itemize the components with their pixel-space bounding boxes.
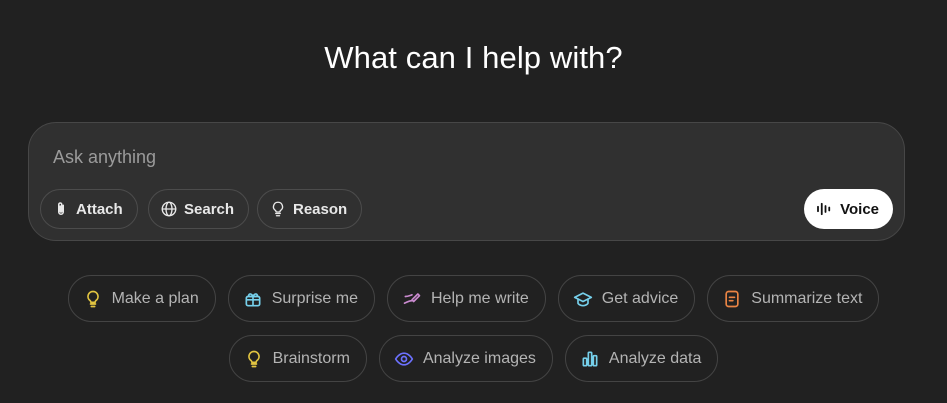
attach-label: Attach xyxy=(76,200,123,218)
chip-label: Analyze images xyxy=(422,349,536,367)
lightbulb-icon xyxy=(272,201,284,217)
suggestion-help-me-write[interactable]: Help me write xyxy=(386,275,546,322)
graduation-cap-icon xyxy=(573,291,592,306)
lightbulb-icon xyxy=(247,350,260,367)
voice-label: Voice xyxy=(840,200,879,218)
suggestion-analyze-data[interactable]: Analyze data xyxy=(564,335,719,382)
lightbulb-icon xyxy=(86,290,99,307)
composer: Attach Search Reason Voice xyxy=(28,122,905,241)
waveform-icon xyxy=(817,202,831,216)
chat-home: What can I help with? Attach Search Reas… xyxy=(0,0,947,403)
eye-icon xyxy=(394,351,414,366)
pen-icon xyxy=(403,292,421,304)
document-icon xyxy=(725,290,739,307)
suggestion-summarize-text[interactable]: Summarize text xyxy=(707,275,880,322)
gift-icon xyxy=(245,292,261,306)
prompt-input[interactable] xyxy=(53,145,753,169)
reason-button[interactable]: Reason xyxy=(257,189,363,229)
chip-label: Get advice xyxy=(601,289,679,307)
chip-label: Summarize text xyxy=(751,289,863,307)
page-title: What can I help with? xyxy=(324,40,623,75)
suggestion-surprise-me[interactable]: Surprise me xyxy=(227,275,375,322)
attach-button[interactable]: Attach xyxy=(40,189,138,229)
chip-label: Brainstorm xyxy=(272,349,350,367)
paperclip-icon xyxy=(58,202,64,215)
chip-label: Analyze data xyxy=(608,349,702,367)
search-button[interactable]: Search xyxy=(148,189,250,229)
suggestions-row-1: Make a plan Surprise me Help me write Ge… xyxy=(0,275,947,322)
chip-label: Make a plan xyxy=(111,289,199,307)
bar-chart-icon xyxy=(582,351,598,366)
suggestion-brainstorm[interactable]: Brainstorm xyxy=(228,335,367,382)
suggestions-row-2: Brainstorm Analyze images Analyze data xyxy=(0,335,947,382)
chip-label: Surprise me xyxy=(271,289,358,307)
voice-button[interactable]: Voice xyxy=(804,189,893,229)
globe-icon xyxy=(161,201,177,217)
suggestion-make-a-plan[interactable]: Make a plan xyxy=(67,275,216,322)
reason-label: Reason xyxy=(293,200,348,218)
chip-label: Help me write xyxy=(430,289,529,307)
search-label: Search xyxy=(184,200,235,218)
suggestion-analyze-images[interactable]: Analyze images xyxy=(378,335,553,382)
suggestion-get-advice[interactable]: Get advice xyxy=(557,275,696,322)
